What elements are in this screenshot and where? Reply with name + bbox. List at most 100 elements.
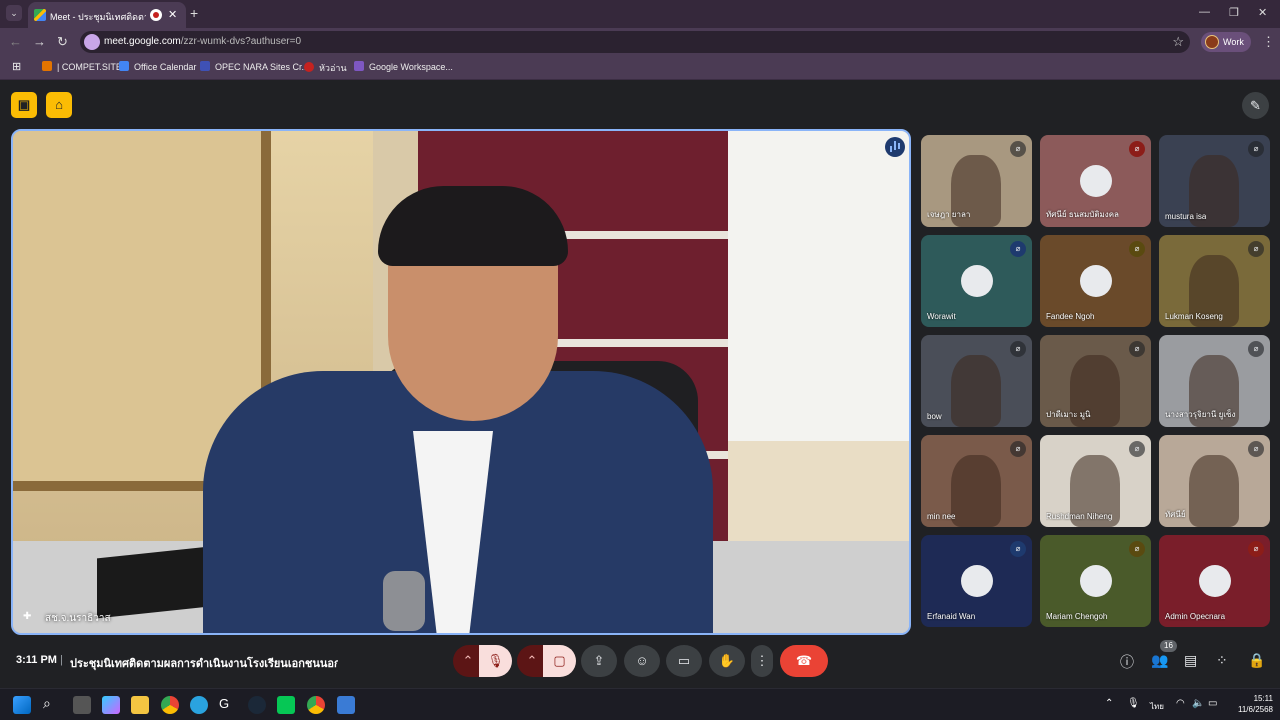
main-speaker-name: สช.จ.นราธิวาส	[45, 613, 111, 624]
host-lock-icon[interactable]: 🔒	[1248, 652, 1265, 669]
participant-tile[interactable]: ⌀ Lukman Koseng	[1159, 235, 1270, 327]
participant-tile[interactable]: ⌀ นางสาวรุจิยานี ยูเซ็ง	[1159, 335, 1270, 427]
profile-avatar	[1205, 35, 1219, 49]
participant-count-badge: 16	[1160, 640, 1177, 652]
copilot-icon[interactable]	[102, 696, 120, 714]
start-icon[interactable]	[13, 696, 31, 714]
microphone-tray-icon[interactable]: 🎙	[1127, 698, 1140, 709]
bookmark-item[interactable]: | COMPET.SITE	[42, 61, 122, 72]
participant-name: ทัศนีย์	[1165, 510, 1186, 519]
participant-tile[interactable]: ⌀ Mariam Chengoh	[1040, 535, 1151, 627]
mic-off-icon: ⌀	[1248, 541, 1264, 557]
show-hidden-icons-icon[interactable]: ⌃	[1105, 698, 1113, 709]
tab-search-icon[interactable]: ⌄	[6, 5, 22, 21]
chrome-icon[interactable]	[161, 696, 179, 714]
host-controls-icon[interactable]: ⌂	[46, 92, 72, 118]
mic-off-icon[interactable]: 🎙	[479, 645, 512, 677]
back-icon[interactable]: ←	[9, 34, 22, 49]
separator: |	[60, 654, 63, 666]
mic-off-icon: ⌀	[1248, 441, 1264, 457]
participant-video	[951, 355, 1001, 427]
close-window-icon[interactable]: ✕	[1258, 6, 1267, 19]
participant-tile[interactable]: ⌀ Fandee Ngoh	[1040, 235, 1151, 327]
bookmark-favicon-icon	[304, 62, 314, 72]
bookmark-favicon-icon	[200, 61, 210, 71]
steam-icon[interactable]	[248, 696, 266, 714]
activities-icon[interactable]: ⁘	[1216, 652, 1228, 669]
profile-button[interactable]: Work	[1201, 32, 1251, 52]
participant-tile[interactable]: ⌀ Rushdman Niheng	[1040, 435, 1151, 527]
raise-hand-icon[interactable]: ✋	[709, 645, 745, 677]
participant-name: Lukman Koseng	[1165, 312, 1223, 321]
address-bar[interactable]: meet.google.com/zzr-wumk-dvs?authuser=0 …	[80, 31, 1190, 53]
search-icon[interactable]: ⌕	[43, 695, 61, 713]
participant-name: นางสาวรุจิยานี ยูเซ็ง	[1165, 410, 1236, 419]
site-info-icon[interactable]	[84, 34, 100, 50]
reactions-icon[interactable]: ☺	[624, 645, 660, 677]
reload-icon[interactable]: ↻	[57, 34, 68, 50]
bookmarks-bar: ⊞ | COMPET.SITE Office Calendar OPEC NAR…	[0, 55, 1280, 80]
apps-grid-icon[interactable]: ⊞	[12, 60, 21, 73]
speaker-figure	[383, 571, 425, 631]
new-tab-button[interactable]: +	[190, 5, 198, 21]
browser-tab-meet[interactable]: Meet - ประชุมนิเทศติดตามผลการ ✕	[28, 2, 186, 28]
captions-icon[interactable]: ▭	[666, 645, 702, 677]
meet-favicon-icon	[34, 9, 46, 21]
camera-off-icon[interactable]: ▢	[543, 645, 576, 677]
chrome-profile-icon[interactable]	[307, 696, 325, 714]
mic-off-icon: ⌀	[1248, 241, 1264, 257]
chat-icon[interactable]: ▤	[1184, 652, 1197, 669]
more-options-icon[interactable]: ⋮	[751, 645, 773, 677]
participant-tile[interactable]: ⌀ ทัศนีย์	[1159, 435, 1270, 527]
camera-off-warning-icon[interactable]: ▣	[11, 92, 37, 118]
participant-tile[interactable]: ⌀ ทัศนีย์ ธนสมบัติมงคล	[1040, 135, 1151, 227]
app-icon[interactable]: G	[219, 696, 237, 714]
participant-tile[interactable]: ⌀ ปาดีเมาะ มูนิ	[1040, 335, 1151, 427]
participant-tile[interactable]: ⌀ bow	[921, 335, 1032, 427]
browser-menu-icon[interactable]: ⋮	[1262, 34, 1275, 50]
meeting-clock: 3:11 PM	[16, 654, 57, 666]
participant-avatar	[1080, 165, 1112, 197]
participant-tile[interactable]: ⌀ mustura isa	[1159, 135, 1270, 227]
browser-toolbar: ← → ↻ meet.google.com/zzr-wumk-dvs?authu…	[0, 28, 1280, 55]
taskbar-clock[interactable]: 15:11 11/6/2568	[1233, 693, 1273, 715]
leave-call-icon[interactable]: ☎	[780, 645, 828, 677]
participant-avatar	[1080, 265, 1112, 297]
bookmark-star-icon[interactable]: ☆	[1172, 34, 1184, 50]
line-icon[interactable]	[277, 696, 295, 714]
volume-icon[interactable]: 🔈	[1192, 698, 1204, 709]
meeting-title: ประชุมนิเทศติดตามผลการดำเนินงานโรงเรียนเ…	[70, 658, 338, 670]
participant-tile[interactable]: ⌀ min nee	[921, 435, 1032, 527]
bookmark-item[interactable]: Google Workspace...	[354, 61, 453, 72]
participant-tile[interactable]: ⌀ Erfanaid Wan	[921, 535, 1032, 627]
battery-icon[interactable]: ▭	[1208, 698, 1217, 709]
language-indicator[interactable]: ไทย	[1150, 700, 1164, 713]
forward-icon[interactable]: →	[33, 34, 46, 49]
telegram-icon[interactable]	[190, 696, 208, 714]
participant-name: Worawit	[927, 312, 956, 321]
present-screen-icon[interactable]: ⇪	[581, 645, 617, 677]
bookmark-item[interactable]: หัวอ่าน	[304, 61, 347, 75]
participant-avatar	[961, 565, 993, 597]
main-speaker-video[interactable]: ✚ สช.จ.นราธิวาส	[11, 129, 911, 635]
wifi-icon[interactable]: ◠	[1176, 698, 1185, 709]
mic-off-icon: ⌀	[1010, 341, 1026, 357]
meeting-info-icon[interactable]: ⓘ	[1120, 652, 1134, 672]
participant-tile[interactable]: ⌀ Admin Opecnara	[1159, 535, 1270, 627]
participant-tile[interactable]: ⌀ เจษฎา ยาลา	[921, 135, 1032, 227]
task-view-icon[interactable]	[73, 696, 91, 714]
bookmark-item[interactable]: Office Calendar	[119, 61, 196, 72]
participant-avatar	[1199, 565, 1231, 597]
notepad-icon[interactable]	[337, 696, 355, 714]
bookmark-item[interactable]: OPEC NARA Sites Cr...	[200, 61, 309, 72]
participant-tile[interactable]: ⌀ Worawit	[921, 235, 1032, 327]
participant-name: ปาดีเมาะ มูนิ	[1046, 410, 1091, 419]
minimize-icon[interactable]: —	[1199, 6, 1210, 18]
participant-avatar	[961, 265, 993, 297]
tab-close-icon[interactable]: ✕	[168, 8, 177, 21]
people-icon[interactable]: 👥	[1151, 652, 1168, 669]
restore-icon[interactable]: ❐	[1229, 6, 1239, 19]
edit-layout-icon[interactable]: ✎	[1242, 92, 1269, 119]
file-explorer-icon[interactable]	[131, 696, 149, 714]
pin-icon[interactable]: ✚	[23, 611, 31, 622]
